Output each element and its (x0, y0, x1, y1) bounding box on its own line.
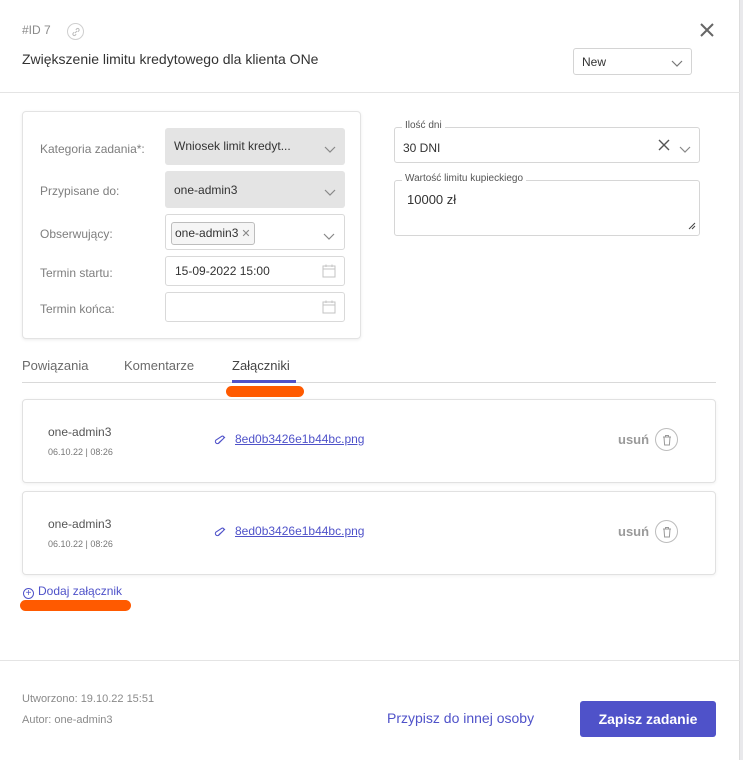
attachment-date: 06.10.22 | 08:26 (48, 447, 113, 457)
chevron-down-icon (323, 229, 335, 244)
category-select[interactable]: Wniosek limit kredyt... (165, 128, 345, 165)
chevron-down-icon (671, 56, 683, 71)
days-select[interactable]: Ilość dni 30 DNI (394, 120, 700, 163)
status-value: New (582, 55, 607, 69)
days-value: 30 DNI (403, 141, 441, 155)
add-attachment-button[interactable]: + Dodaj załącznik (23, 584, 122, 599)
add-attachment-label: Dodaj załącznik (38, 584, 123, 598)
category-value: Wniosek limit kredyt... (174, 139, 291, 153)
start-date-value: 15-09-2022 15:00 (175, 264, 270, 278)
remove-tag-icon[interactable]: ✕ (241, 228, 250, 240)
category-label: Kategoria zadania*: (40, 142, 145, 156)
modal-footer: Utworzono: 19.10.22 15:51 Autor: one-adm… (0, 660, 740, 760)
attachment-item: one-admin3 06.10.22 | 08:26 8ed0b3426e1b… (22, 399, 716, 483)
chevron-down-icon (324, 185, 336, 200)
calendar-icon[interactable] (322, 264, 336, 281)
calendar-icon[interactable] (322, 300, 336, 317)
limit-label: Wartość limitu kupieckiego (402, 173, 527, 184)
attachment-author: one-admin3 (48, 425, 112, 439)
limit-textarea[interactable]: Wartość limitu kupieckiego 10000 zł (394, 173, 700, 236)
clear-icon[interactable] (658, 139, 670, 154)
chevron-down-icon (679, 142, 691, 157)
assigned-label: Przypisane do: (40, 184, 120, 198)
link-icon[interactable] (67, 23, 84, 40)
end-date-input[interactable] (165, 292, 345, 322)
paperclip-icon (214, 526, 227, 541)
chevron-down-icon (324, 142, 336, 157)
attachment-date: 06.10.22 | 08:26 (48, 539, 113, 549)
highlight-mark-tab (226, 386, 304, 397)
start-label: Termin startu: (40, 266, 113, 280)
tab-relations[interactable]: Powiązania (22, 358, 89, 373)
observer-tag: one-admin3 ✕ (171, 222, 255, 245)
author-info: Autor: one-admin3 (22, 714, 113, 726)
observer-tag-label: one-admin3 (175, 226, 239, 240)
assigned-value: one-admin3 (174, 183, 238, 197)
trash-icon[interactable] (655, 428, 678, 451)
attachment-remove-button[interactable]: usuń (618, 432, 649, 447)
active-tab-indicator (232, 380, 296, 383)
task-id: #ID 7 (22, 23, 51, 37)
created-info: Utworzono: 19.10.22 15:51 (22, 693, 155, 705)
days-label: Ilość dni (402, 120, 445, 131)
tab-bar: Powiązania Komentarze Załączniki (22, 352, 716, 383)
tab-attachments[interactable]: Załączniki (232, 358, 290, 373)
task-title: Zwiększenie limitu kredytowego dla klien… (22, 51, 319, 67)
paperclip-icon (214, 434, 227, 449)
attachment-remove-button[interactable]: usuń (618, 524, 649, 539)
start-date-input[interactable]: 15-09-2022 15:00 (165, 256, 345, 286)
assign-to-other-button[interactable]: Przypisz do innej osoby (387, 710, 534, 726)
close-icon[interactable] (697, 20, 717, 40)
trash-icon[interactable] (655, 520, 678, 543)
limit-value: 10000 zł (407, 192, 457, 207)
observers-select[interactable]: one-admin3 ✕ (165, 214, 345, 250)
save-task-button[interactable]: Zapisz zadanie (580, 701, 716, 737)
task-fields-panel: Kategoria zadania*: Wniosek limit kredyt… (22, 111, 361, 339)
task-modal: #ID 7 Zwiększenie limitu kredytowego dla… (0, 0, 740, 760)
attachment-author: one-admin3 (48, 517, 112, 531)
plus-circle-icon: + (23, 588, 34, 599)
assigned-select[interactable]: one-admin3 (165, 171, 345, 208)
tab-comments[interactable]: Komentarze (124, 358, 194, 373)
attachment-item: one-admin3 06.10.22 | 08:26 8ed0b3426e1b… (22, 491, 716, 575)
status-select[interactable]: New (573, 48, 692, 75)
modal-header: #ID 7 Zwiększenie limitu kredytowego dla… (0, 0, 740, 93)
observers-label: Obserwujący: (40, 227, 113, 241)
attachment-file-link[interactable]: 8ed0b3426e1b44bc.png (235, 524, 364, 538)
attachment-file-link[interactable]: 8ed0b3426e1b44bc.png (235, 432, 364, 446)
resize-handle-icon[interactable] (688, 218, 696, 233)
highlight-mark-add (20, 600, 131, 611)
end-label: Termin końca: (40, 302, 115, 316)
